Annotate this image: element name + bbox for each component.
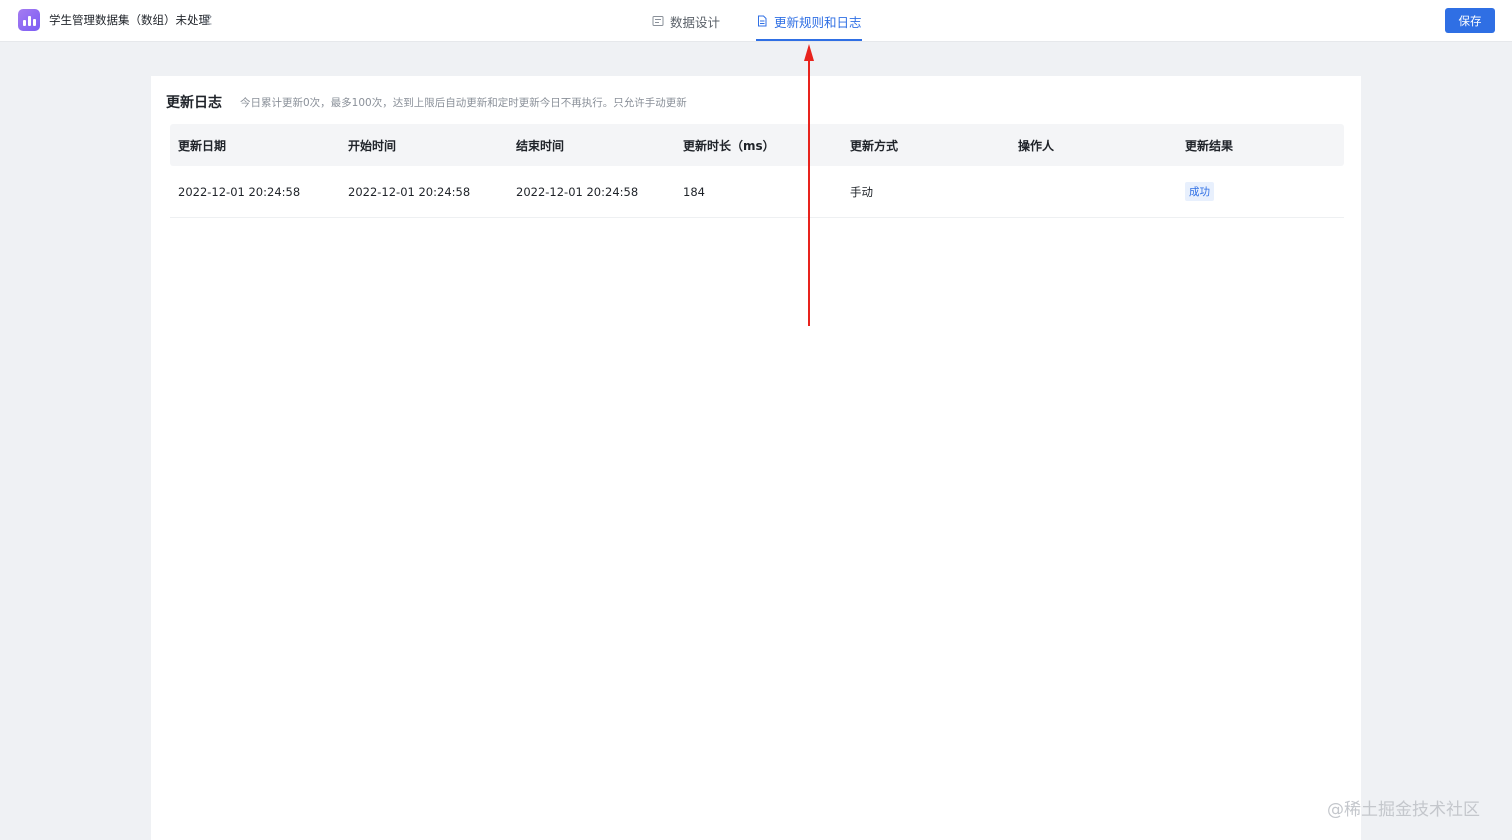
top-bar: 学生管理数据集（数组）未处理 数据设计 更新规则和日志 保存 — [0, 0, 1512, 42]
update-log-panel: 更新日志 今日累计更新0次，最多100次，达到上限后自动更新和定时更新今日不再执… — [151, 76, 1361, 840]
update-log-table: 更新日期 开始时间 结束时间 更新时长（ms） 更新方式 操作人 更新结果 20… — [170, 124, 1344, 218]
column-header-end-time: 结束时间 — [516, 138, 565, 153]
update-limit-note: 今日累计更新0次，最多100次，达到上限后自动更新和定时更新今日不再执行。只允许… — [240, 97, 687, 109]
column-header-start-time: 开始时间 — [348, 138, 397, 153]
cell-update-mode: 手动 — [850, 184, 873, 199]
tab-label: 更新规则和日志 — [774, 14, 862, 30]
dataset-title: 学生管理数据集（数组）未处理 — [49, 13, 210, 27]
cell-result: 成功 — [1177, 182, 1344, 201]
cell-start-time: 2022-12-01 20:24:58 — [348, 184, 471, 199]
tab-label: 数据设计 — [670, 14, 721, 30]
table-header: 更新日期 开始时间 结束时间 更新时长（ms） 更新方式 操作人 更新结果 — [170, 124, 1344, 166]
table-row: 2022-12-01 20:24:58 2022-12-01 20:24:58 … — [170, 166, 1344, 218]
status-badge: 成功 — [1185, 182, 1214, 201]
cell-update-date: 2022-12-01 20:24:58 — [178, 184, 301, 199]
column-header-update-date: 更新日期 — [178, 138, 227, 153]
edit-icon[interactable] — [201, 13, 213, 25]
document-icon — [758, 15, 767, 27]
save-button[interactable]: 保存 — [1445, 8, 1495, 33]
watermark: @稀土掘金技术社区 — [1327, 800, 1480, 820]
section-title: 更新日志 — [166, 95, 222, 111]
tab-data-design[interactable]: 数据设计 — [652, 0, 720, 42]
column-header-update-mode: 更新方式 — [850, 138, 899, 153]
column-header-operator: 操作人 — [1018, 138, 1055, 153]
chart-logo-icon — [18, 9, 40, 31]
cell-end-time: 2022-12-01 20:24:58 — [516, 184, 639, 199]
column-header-result: 更新结果 — [1185, 138, 1234, 153]
tab-update-rules-and-log[interactable]: 更新规则和日志 — [756, 0, 862, 42]
table-icon — [652, 16, 664, 26]
annotation-arrow — [804, 44, 814, 326]
